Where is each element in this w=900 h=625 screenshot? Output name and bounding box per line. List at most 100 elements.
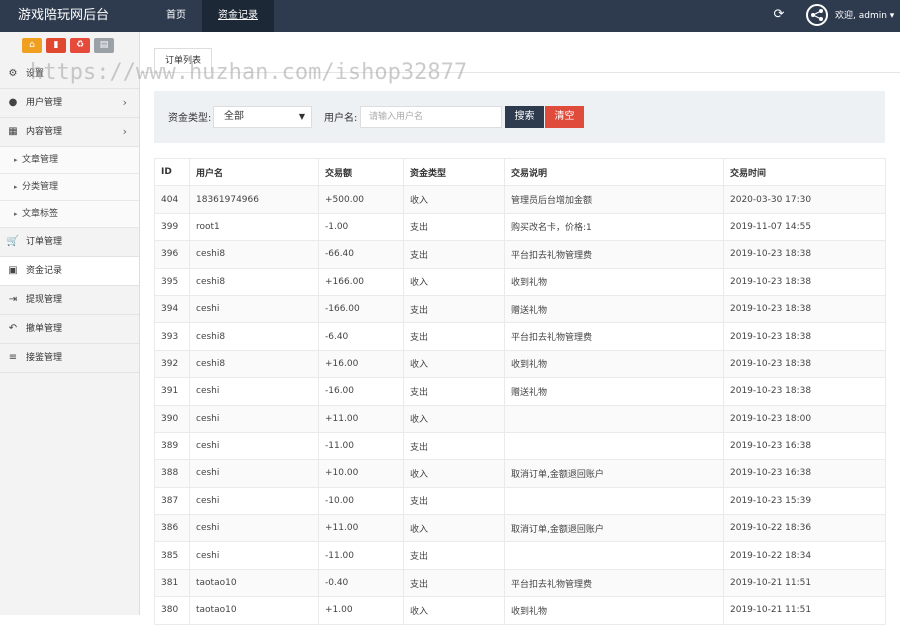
sidebar-item-fund-records[interactable]: ▣ 资金记录 <box>0 257 139 286</box>
cell-username: ceshi <box>189 486 319 516</box>
col-fund-type: 资金类型 <box>403 157 505 187</box>
sidebar-item-label: 用户管理 <box>26 98 63 108</box>
cell-description: 管理员后台增加金额 <box>504 185 724 214</box>
cell-id: 385 <box>154 541 190 570</box>
cell-description: 赠送礼物 <box>504 377 724 406</box>
cell-fund-type: 收入 <box>403 349 505 379</box>
cell-id: 381 <box>154 568 190 598</box>
sidebar-item-label: 提现管理 <box>26 295 63 305</box>
sidebar-item-label: 文章管理 <box>22 155 59 165</box>
sidebar-item-label: 文章标签 <box>22 209 59 219</box>
username-input[interactable] <box>360 106 502 128</box>
top-bar: 游戏陪玩网后台 首页 资金记录 ⟳ 欢迎, admin ▾ <box>0 0 900 32</box>
cell-time: 2019-10-23 18:38 <box>723 349 886 379</box>
col-time: 交易时间 <box>723 157 886 187</box>
fund-type-select[interactable]: 全部 ▼ <box>213 106 312 128</box>
sidebar-item-orders[interactable]: 🛒 订单管理 <box>0 228 139 257</box>
cell-time: 2019-10-23 16:38 <box>723 431 886 461</box>
col-id: ID <box>154 157 190 187</box>
home-icon[interactable]: ⌂ <box>22 38 42 53</box>
sidebar-item-label: 接鉴管理 <box>26 353 63 363</box>
cell-time: 2019-10-21 11:51 <box>723 568 886 598</box>
cart-icon: 🛒 <box>6 236 20 247</box>
sidebar-item-label: 资金记录 <box>26 266 63 276</box>
cell-username: ceshi8 <box>189 349 319 379</box>
table-row: 399 root1 -1.00 支出 购买改名卡，价格:1 2019-11-07 14:5… <box>154 212 886 242</box>
cell-fund-type: 支出 <box>403 322 505 351</box>
user-menu[interactable]: 欢迎, admin ▾ <box>835 0 894 32</box>
search-button[interactable]: 搜索 <box>505 106 544 128</box>
table-row: 380 taotao10 +1.00 收入 收到礼物 2019-10-21 11:51 <box>154 596 886 625</box>
recycle-icon[interactable]: ♻ <box>70 38 90 53</box>
cell-fund-type: 支出 <box>403 212 505 242</box>
cell-username: ceshi <box>189 431 319 461</box>
cell-fund-type: 支出 <box>403 294 505 324</box>
chevron-down-icon: ▼ <box>298 112 305 121</box>
cell-fund-type: 收入 <box>403 185 505 214</box>
cell-description <box>504 431 724 461</box>
cell-id: 392 <box>154 349 190 379</box>
cell-time: 2019-10-23 18:38 <box>723 294 886 324</box>
cell-id: 399 <box>154 212 190 242</box>
table-row: 388 ceshi +10.00 收入 取消订单,金额退回账户 2019-10-23 16… <box>154 459 886 488</box>
fund-type-label: 资金类型: <box>168 113 212 124</box>
cell-description: 赠送礼物 <box>504 294 724 324</box>
cell-description <box>504 541 724 570</box>
cell-time: 2019-10-23 18:38 <box>723 240 886 269</box>
sidebar-subitem-articles[interactable]: ▸ 文章管理 <box>0 147 139 174</box>
cell-time: 2019-10-23 18:38 <box>723 322 886 351</box>
cell-fund-type: 收入 <box>403 596 505 625</box>
cell-description: 平台扣去礼物管理费 <box>504 240 724 269</box>
sidebar: ⌂ ▮ ♻ ▤ ⚙ 设置 ● 用户管理 › ▦ 内容管理 › ▸ 文章管理 ▸ … <box>0 32 140 615</box>
sidebar-item-withdrawals[interactable]: ⇥ 提现管理 <box>0 286 139 315</box>
cell-description <box>504 486 724 516</box>
nav-fund-records[interactable]: 资金记录 <box>202 0 274 32</box>
sidebar-subitem-categories[interactable]: ▸ 分类管理 <box>0 174 139 201</box>
caret-right-icon: ▸ <box>14 156 18 164</box>
cell-amount: -10.00 <box>318 486 404 516</box>
cell-id: 391 <box>154 377 190 406</box>
cell-time: 2019-11-07 14:55 <box>723 212 886 242</box>
cell-username: ceshi8 <box>189 240 319 269</box>
cell-id: 395 <box>154 267 190 296</box>
trash-icon[interactable]: ▮ <box>46 38 66 53</box>
table-row: 386 ceshi +11.00 收入 取消订单,金额退回账户 2019-10-22 18… <box>154 514 886 543</box>
cell-amount: +11.00 <box>318 404 404 433</box>
refresh-icon[interactable]: ⟳ <box>772 8 786 22</box>
table-row: 393 ceshi8 -6.40 支出 平台扣去礼物管理费 2019-10-23 18:3… <box>154 322 886 351</box>
cell-amount: -11.00 <box>318 431 404 461</box>
avatar[interactable] <box>806 4 828 26</box>
table-header-row: ID 用户名 交易额 资金类型 交易说明 交易时间 <box>154 157 886 187</box>
cell-amount: +16.00 <box>318 349 404 379</box>
cell-username: ceshi <box>189 459 319 488</box>
cell-fund-type: 收入 <box>403 459 505 488</box>
col-description: 交易说明 <box>504 157 724 187</box>
cell-description: 平台扣去礼物管理费 <box>504 568 724 598</box>
sidebar-item-accept[interactable]: ≡ 接鉴管理 <box>0 344 139 373</box>
sidebar-item-content[interactable]: ▦ 内容管理 › <box>0 118 139 147</box>
col-amount: 交易额 <box>318 157 404 187</box>
cell-username: ceshi <box>189 294 319 324</box>
sidebar-subitem-tags[interactable]: ▸ 文章标签 <box>0 201 139 228</box>
sidebar-item-cancellations[interactable]: ↶ 撤单管理 <box>0 315 139 344</box>
cell-username: ceshi8 <box>189 267 319 296</box>
fund-type-value: 全部 <box>224 111 244 122</box>
menu-icon: ≡ <box>8 352 18 363</box>
cell-username: ceshi8 <box>189 322 319 351</box>
list-icon[interactable]: ▤ <box>94 38 114 53</box>
nav-home[interactable]: 首页 <box>150 0 202 32</box>
cell-time: 2019-10-23 15:39 <box>723 486 886 516</box>
cell-amount: -11.00 <box>318 541 404 570</box>
cell-description: 购买改名卡，价格:1 <box>504 212 724 242</box>
cell-amount: -16.00 <box>318 377 404 406</box>
cell-username: 18361974966 <box>189 185 319 214</box>
cell-username: root1 <box>189 212 319 242</box>
table-row: 395 ceshi8 +166.00 收入 收到礼物 2019-10-23 18:38 <box>154 267 886 296</box>
table-row: 391 ceshi -16.00 支出 赠送礼物 2019-10-23 18:38 <box>154 377 886 406</box>
cell-amount: +10.00 <box>318 459 404 488</box>
cell-fund-type: 支出 <box>403 568 505 598</box>
clear-button[interactable]: 清空 <box>545 106 584 128</box>
cell-amount: -66.40 <box>318 240 404 269</box>
watermark: https://www.huzhan.com/ishop32877 <box>30 60 468 85</box>
sidebar-item-users[interactable]: ● 用户管理 › <box>0 89 139 118</box>
